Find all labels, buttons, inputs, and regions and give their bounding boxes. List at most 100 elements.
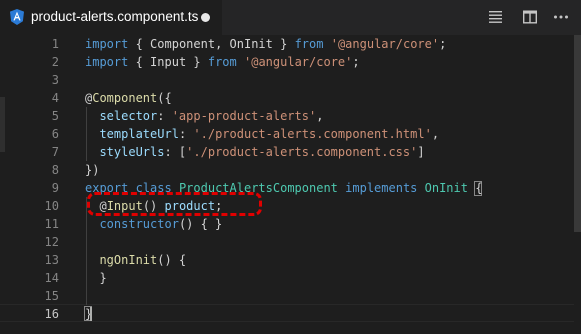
unsaved-indicator[interactable] <box>201 13 210 22</box>
line-number: 10 <box>44 199 59 213</box>
tab-bar: product-alerts.component.ts <box>0 0 581 35</box>
code-token: , <box>215 37 230 51</box>
line-number: 5 <box>51 109 59 123</box>
code-token: ; <box>439 37 447 51</box>
code-token: constructor <box>99 217 179 231</box>
code-token: } <box>85 271 107 285</box>
code-token: from <box>294 37 324 51</box>
code-token: Component <box>92 91 158 105</box>
code-token: OnInit <box>229 37 273 51</box>
line-number: 9 <box>51 181 59 195</box>
code-editor[interactable]: 1 import { Component, OnInit } from '@ang… <box>0 35 581 334</box>
code-token: implements <box>345 181 418 195</box>
code-text[interactable]: }) <box>85 161 99 179</box>
code-token: : <box>157 109 172 123</box>
line-number: 14 <box>44 271 59 285</box>
code-text[interactable]: ngOnInit() { <box>85 251 186 269</box>
tab-filename: product-alerts.component.ts <box>31 9 199 24</box>
code-line[interactable]: 4 @Component({ <box>0 89 581 107</box>
code-token: ({ <box>157 91 172 105</box>
code-token: Component <box>150 37 216 51</box>
split-editor-icon[interactable] <box>521 9 539 25</box>
code-text[interactable]: styleUrls: ['./product-alerts.component.… <box>85 143 425 161</box>
code-line[interactable]: 5 selector: 'app-product-alerts', <box>0 107 581 125</box>
code-line[interactable]: 2 import { Input } from '@angular/core'; <box>0 53 581 71</box>
code-line[interactable]: 9 export class ProductAlertsComponent imp… <box>0 179 581 197</box>
code-token: ] <box>417 145 425 159</box>
code-line[interactable]: 3 <box>0 71 581 89</box>
code-token: } <box>272 37 295 51</box>
code-token: { <box>128 37 151 51</box>
code-line[interactable]: 11 constructor() { } <box>0 215 581 233</box>
code-line[interactable]: 13 ngOnInit() { <box>0 251 581 269</box>
scrollbar-thumb[interactable] <box>574 35 581 232</box>
code-token: { <box>467 181 483 195</box>
line-number: 6 <box>51 127 59 141</box>
code-token: } <box>186 55 208 69</box>
code-token: templateUrl <box>99 127 179 141</box>
code-token: '@angular/core' <box>330 37 440 51</box>
code-line[interactable]: 7 styleUrls: ['./product-alerts.componen… <box>0 143 581 161</box>
code-token: ngOnInit <box>99 253 158 267</box>
line-number: 8 <box>51 163 59 177</box>
code-token: import <box>85 55 129 69</box>
code-token: '@angular/core' <box>244 55 353 69</box>
more-actions-icon[interactable] <box>552 9 570 25</box>
line-number: 1 <box>51 37 59 51</box>
code-token: './product-alerts.component.html' <box>193 127 432 141</box>
code-token: 'app-product-alerts' <box>171 109 317 123</box>
open-changes-icon[interactable] <box>487 9 505 25</box>
vertical-scrollbar[interactable] <box>574 35 581 334</box>
line-number: 3 <box>51 73 59 87</box>
code-token: './product-alerts.component.css' <box>186 145 418 159</box>
code-token: from <box>207 55 237 69</box>
text-cursor <box>90 307 92 321</box>
code-token: import <box>85 37 129 51</box>
code-token: selector <box>99 109 158 123</box>
code-token: ; <box>352 55 360 69</box>
code-token: , <box>431 127 440 141</box>
code-token: () { } <box>178 217 223 231</box>
code-text[interactable]: import { Input } from '@angular/core'; <box>85 53 360 71</box>
angular-icon <box>10 9 24 25</box>
code-token: Input <box>150 55 187 69</box>
line-number: 15 <box>44 289 59 303</box>
line-number: 2 <box>51 55 59 69</box>
line-number: 16 <box>44 307 59 321</box>
code-line[interactable]: 12 <box>0 233 581 251</box>
code-token: : [ <box>164 145 187 159</box>
line-number: 11 <box>44 217 59 231</box>
line-number: 4 <box>51 91 59 105</box>
code-text[interactable]: import { Component, OnInit } from '@angu… <box>85 35 446 53</box>
code-line[interactable]: 8}) <box>0 161 581 179</box>
code-token: }) <box>85 163 100 177</box>
code-token: styleUrls <box>99 145 165 159</box>
code-token: () { <box>157 253 187 267</box>
code-token: OnInit <box>424 181 468 195</box>
code-text[interactable]: templateUrl: './product-alerts.component… <box>85 125 439 143</box>
code-text[interactable]: @Component({ <box>85 89 172 107</box>
code-token: : <box>178 127 194 141</box>
code-text[interactable]: } <box>85 269 107 287</box>
code-token: , <box>316 109 324 123</box>
code-text[interactable]: selector: 'app-product-alerts', <box>85 107 323 125</box>
code-line[interactable]: 1 import { Component, OnInit } from '@ang… <box>0 35 581 53</box>
code-line[interactable]: 15 <box>0 287 581 305</box>
editor-tab[interactable]: product-alerts.component.ts <box>0 0 222 35</box>
code-text[interactable]: constructor() { } <box>85 215 222 233</box>
line-number: 13 <box>44 253 59 267</box>
code-line[interactable]: 14 } <box>0 269 581 287</box>
code-line[interactable]: 6 templateUrl: './product-alerts.compone… <box>0 125 581 143</box>
input-decorator-highlight <box>87 192 262 216</box>
line-number: 7 <box>51 145 59 159</box>
code-token: { <box>128 55 151 69</box>
code-line[interactable]: 16} <box>0 305 581 323</box>
line-number: 12 <box>44 235 59 249</box>
